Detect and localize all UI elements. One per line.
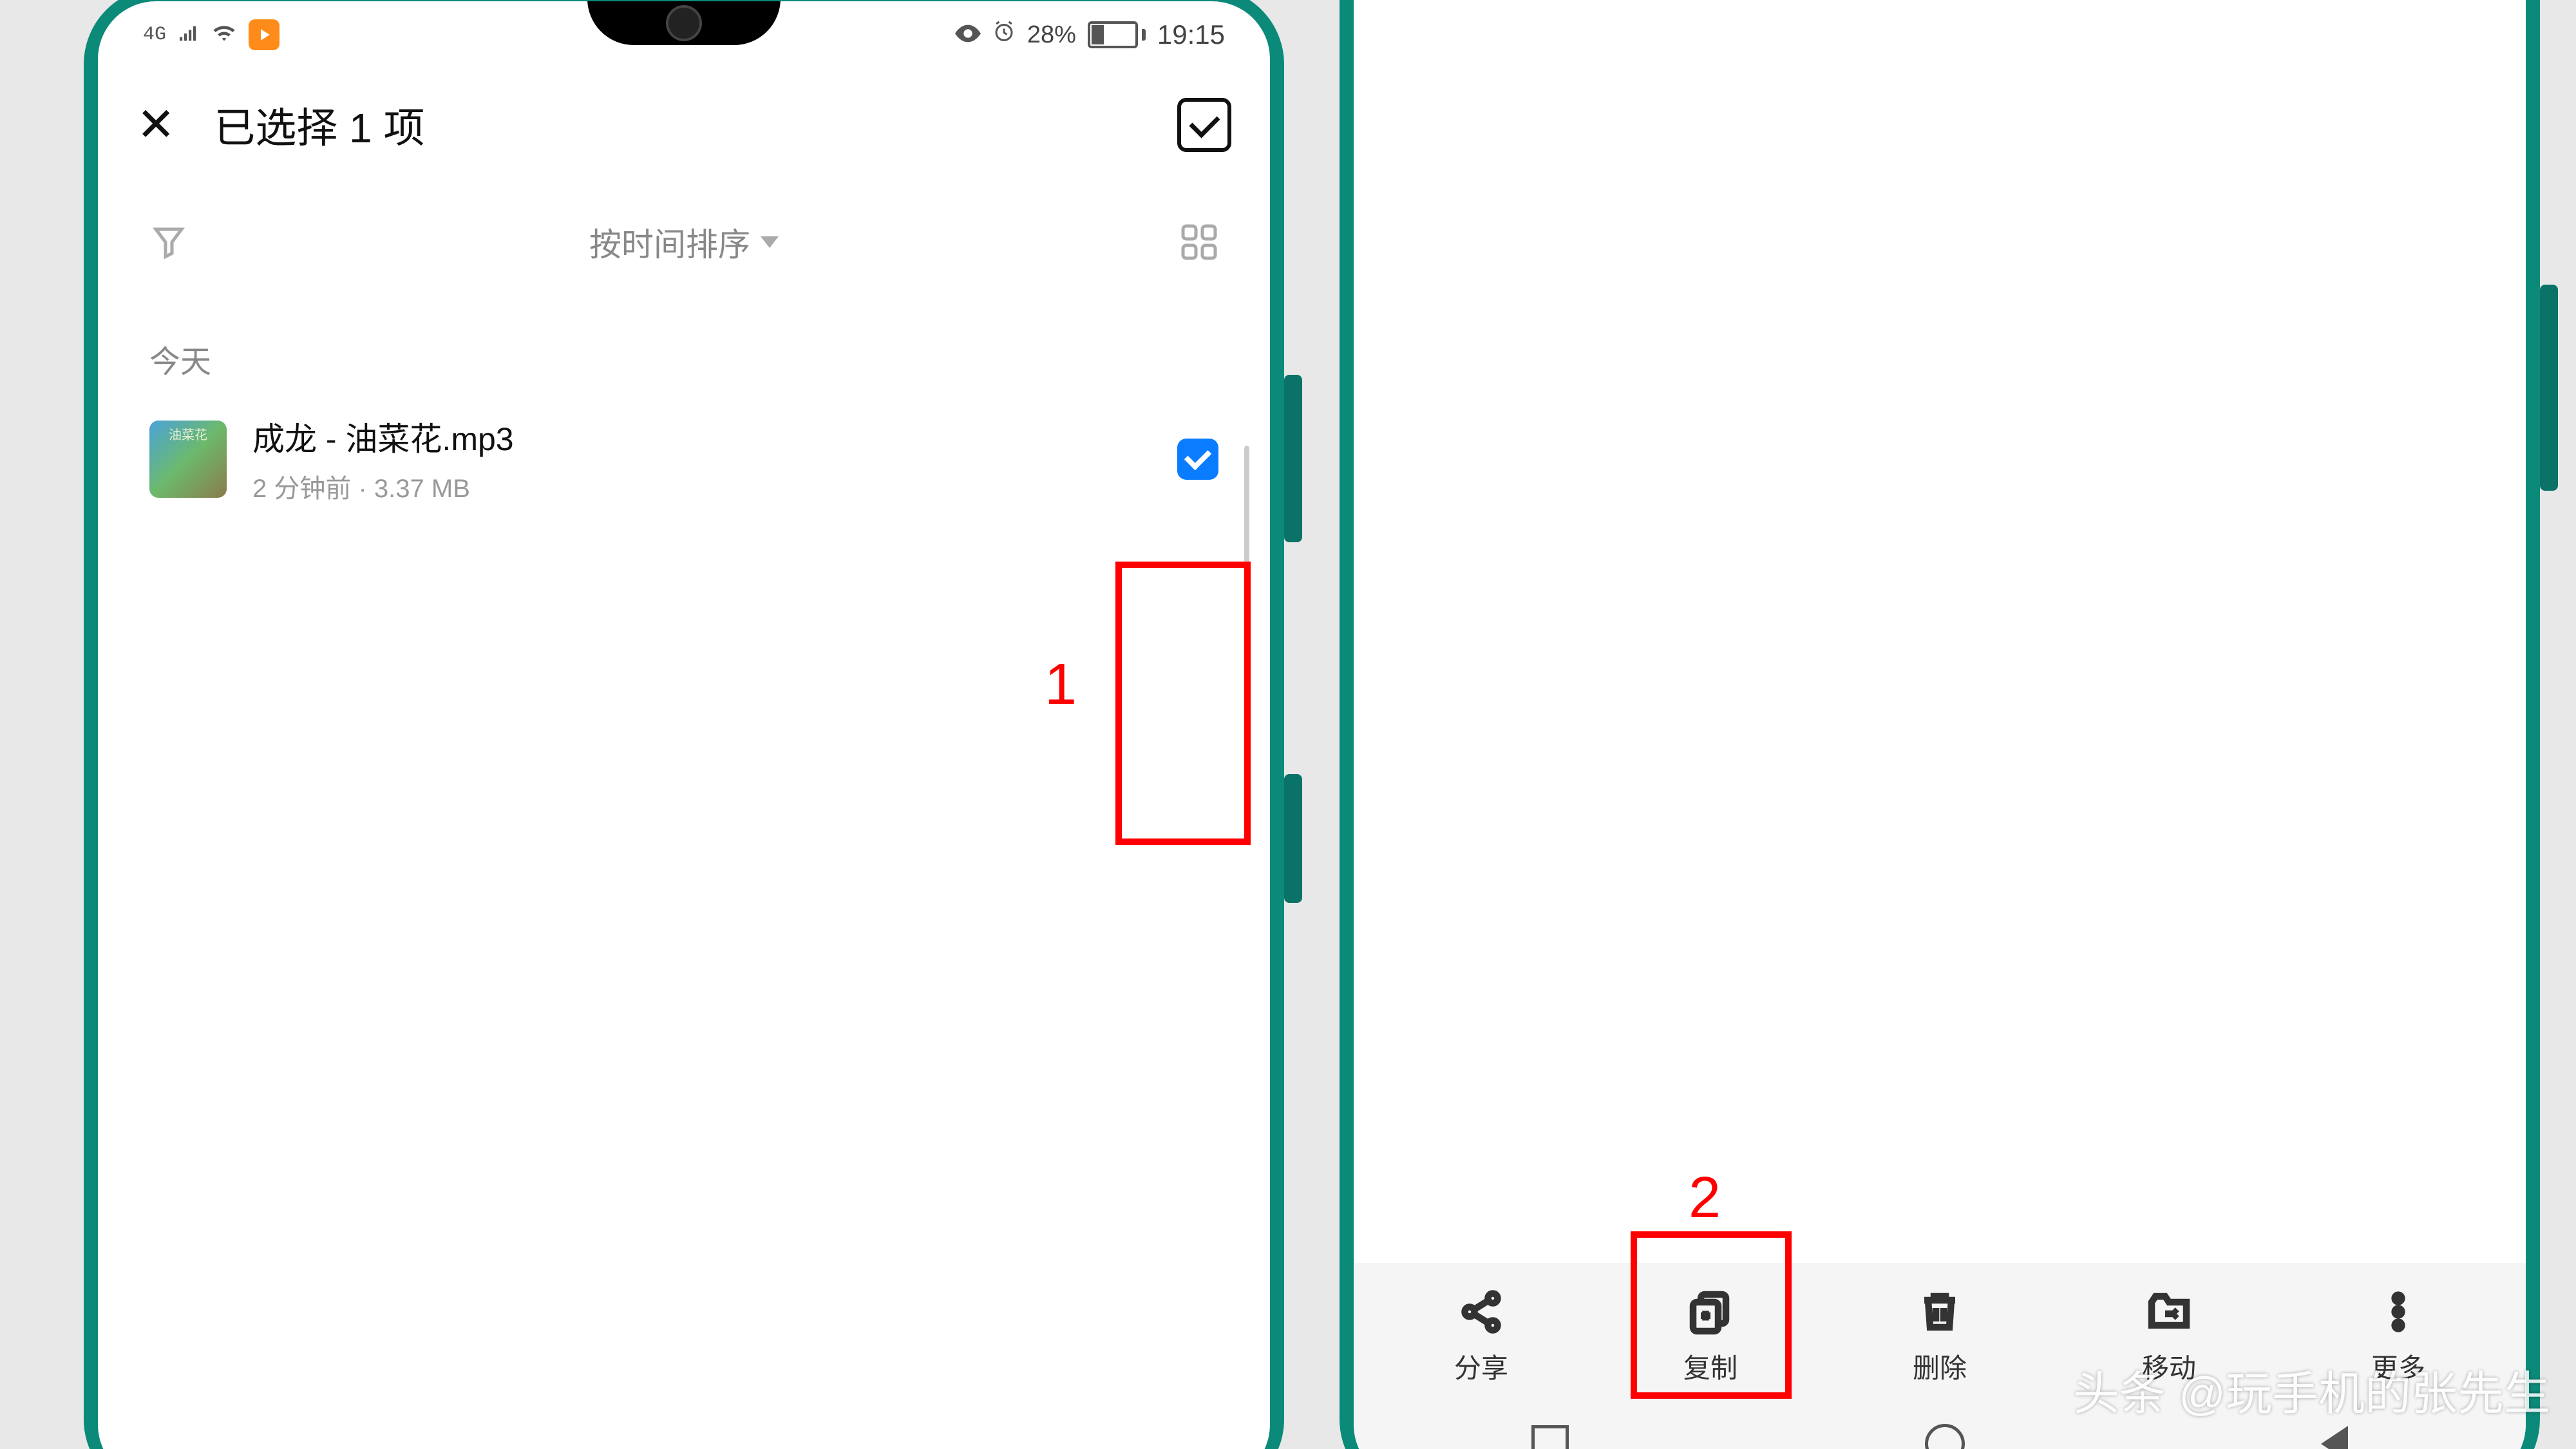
callout-box-1 [1115,562,1251,845]
volume-button [1284,375,1302,542]
notch [587,1,781,45]
sort-row: 按时间排序 [98,180,1270,304]
recent-apps-button[interactable] [1531,1425,1569,1449]
file-info: 成龙 - 油菜花.mp3 2 分钟前 · 3.37 MB [252,413,1151,505]
callout-number-1: 1 [1045,652,1077,718]
phone-screen-left: 4G 28% 19:15 ✕ 已选择 1 项 [98,1,1270,1449]
trash-icon [1917,1289,1963,1335]
filter-icon[interactable] [149,223,188,261]
phone-frame-right: 分享 复制 删除 移动 [1340,0,2540,1449]
alarm-icon [992,20,1016,50]
delete-label: 删除 [1913,1347,1967,1386]
wifi-icon [211,21,237,49]
signal-bars-icon [178,21,200,49]
file-meta: 2 分钟前 · 3.37 MB [252,468,1151,505]
share-icon [1458,1289,1504,1335]
sort-dropdown[interactable]: 按时间排序 [589,219,779,265]
share-button[interactable]: 分享 [1454,1289,1508,1386]
callout-number-2: 2 [1689,1165,1721,1231]
select-all-button[interactable] [1177,98,1231,152]
file-name: 成龙 - 油菜花.mp3 [252,413,1151,460]
share-label: 分享 [1454,1347,1508,1386]
file-checkbox[interactable] [1177,439,1218,480]
app-badge-icon [249,19,279,50]
clock-time: 19:15 [1157,19,1225,50]
phone-frame-left: 4G 28% 19:15 ✕ 已选择 1 项 [84,0,1284,1449]
delete-button[interactable]: 删除 [1913,1289,1967,1386]
grid-view-icon[interactable] [1180,223,1218,261]
close-icon[interactable]: ✕ [137,102,175,148]
battery-percent: 28% [1027,21,1076,49]
chevron-down-icon [761,236,779,248]
phone-screen-right: 分享 复制 删除 移动 [1354,0,2526,1449]
sort-label-text: 按时间排序 [589,219,750,265]
move-icon [2146,1289,2192,1335]
tutorial-stage: 4G 28% 19:15 ✕ 已选择 1 项 [0,0,2576,1449]
power-button [1284,774,1302,903]
front-camera [666,5,702,41]
home-button[interactable] [1925,1424,1965,1449]
battery-icon [1088,21,1146,48]
signal-icon: 4G [143,24,166,46]
section-today: 今天 [98,304,1270,401]
file-row[interactable]: 成龙 - 油菜花.mp3 2 分钟前 · 3.37 MB [98,401,1270,518]
selection-header: ✕ 已选择 1 项 [98,57,1270,180]
watermark: 头条 @玩手机的张先生 [2073,1356,2550,1423]
selection-title: 已选择 1 项 [214,95,1177,155]
callout-box-2 [1631,1231,1792,1399]
more-icon [2375,1289,2421,1335]
side-button [2540,285,2558,491]
eye-icon [955,21,981,49]
back-button[interactable] [2321,1426,2348,1449]
file-thumbnail [149,421,227,498]
